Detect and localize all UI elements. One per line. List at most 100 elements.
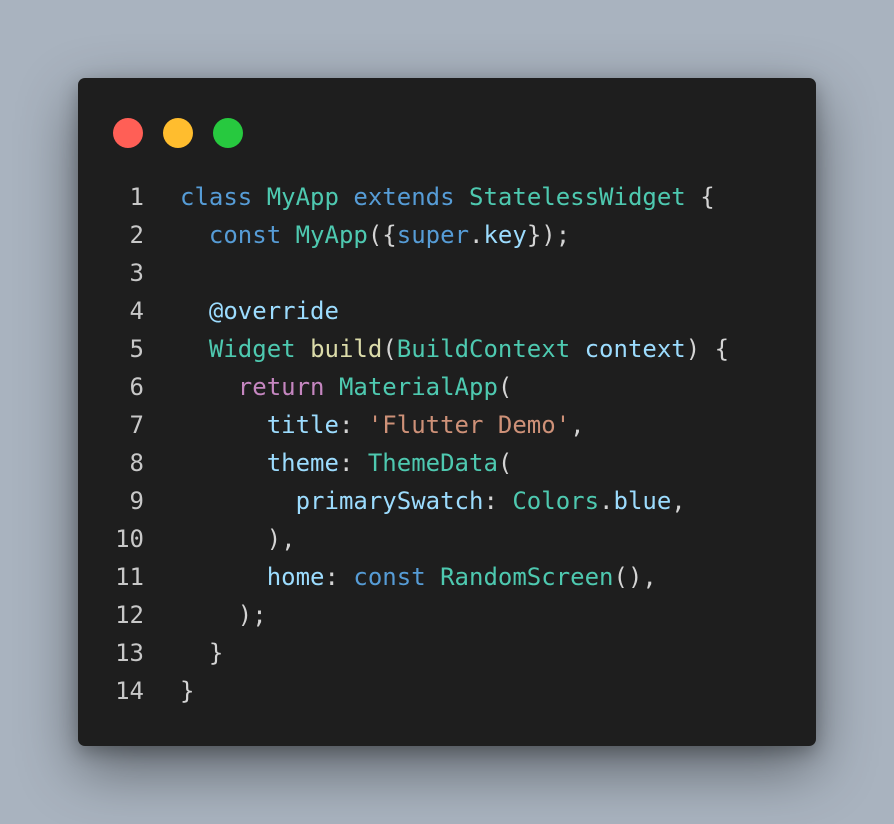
- code-token: ,: [570, 411, 585, 439]
- code-token: key: [483, 221, 527, 249]
- code-text: );: [180, 596, 267, 634]
- code-token: super: [396, 221, 470, 249]
- code-line: 9 primarySwatch: Colors.blue,: [78, 482, 816, 520]
- line-number: 1: [129, 183, 144, 211]
- code-token: (),: [613, 563, 657, 591]
- code-text: Widget build(BuildContext context) {: [180, 330, 729, 368]
- line-number: 10: [115, 525, 144, 553]
- code-token: MyApp: [295, 221, 368, 249]
- code-token: .: [469, 221, 484, 249]
- code-token: build: [310, 335, 383, 363]
- code-line: 12 );: [78, 596, 816, 634]
- code-token: .: [599, 487, 614, 515]
- code-token: primarySwatch: [295, 487, 484, 515]
- code-token: );: [180, 601, 267, 629]
- code-token: });: [526, 221, 571, 249]
- code-text: home: const RandomScreen(),: [180, 558, 657, 596]
- code-token: MyApp: [266, 183, 339, 211]
- code-line: 6 return MaterialApp(: [78, 368, 816, 406]
- code-token: MaterialApp: [338, 373, 498, 401]
- line-number: 11: [115, 563, 144, 591]
- line-number: 8: [129, 449, 144, 477]
- code-token: const: [208, 221, 282, 249]
- code-token: title: [266, 411, 339, 439]
- code-line: 5 Widget build(BuildContext context) {: [78, 330, 816, 368]
- line-number: 4: [129, 297, 144, 325]
- code-token: home: [266, 563, 325, 591]
- code-token: (: [382, 335, 397, 363]
- code-token: extends: [353, 183, 455, 211]
- code-text: title: 'Flutter Demo',: [180, 406, 585, 444]
- line-number: 3: [129, 259, 144, 287]
- code-text: }: [180, 672, 194, 710]
- code-token: StatelessWidget: [469, 183, 686, 211]
- code-window: 1 class MyApp extends StatelessWidget {2 …: [78, 78, 816, 746]
- code-token: (: [497, 373, 513, 401]
- code-text: primarySwatch: Colors.blue,: [180, 482, 686, 520]
- code-token: ({: [367, 221, 397, 249]
- line-number: 14: [115, 677, 144, 705]
- code-line: 7 title: 'Flutter Demo',: [78, 406, 816, 444]
- code-token: BuildContext: [396, 335, 571, 363]
- code-token: :: [338, 449, 368, 477]
- line-number: 9: [129, 487, 144, 515]
- code-token: }: [180, 677, 195, 705]
- code-line: 14}: [78, 672, 816, 710]
- code-text: const MyApp({super.key});: [180, 216, 570, 254]
- code-token: return: [237, 373, 325, 401]
- code-line: 4 @override: [78, 292, 816, 330]
- code-text: theme: ThemeData(: [180, 444, 513, 482]
- minimize-button[interactable]: [163, 118, 193, 148]
- code-token: ,: [671, 487, 686, 515]
- line-number: 12: [115, 601, 144, 629]
- code-token: }: [180, 639, 224, 667]
- code-text: class MyApp extends StatelessWidget {: [180, 178, 715, 216]
- code-token: ThemeData: [367, 449, 498, 477]
- code-token: blue: [613, 487, 672, 515]
- code-line: 10 ),: [78, 520, 816, 558]
- code-line: 3: [78, 254, 816, 292]
- code-token: ) {: [685, 335, 730, 363]
- code-token: :: [483, 487, 513, 515]
- code-line: 1 class MyApp extends StatelessWidget {: [78, 178, 816, 216]
- code-line: 11 home: const RandomScreen(),: [78, 558, 816, 596]
- window-controls: [113, 118, 243, 148]
- code-token: context: [584, 335, 686, 363]
- code-token: :: [338, 411, 368, 439]
- code-text: @override: [180, 292, 339, 330]
- code-token: class: [180, 183, 253, 211]
- code-token: 'Flutter Demo': [367, 411, 571, 439]
- code-token: {: [685, 183, 715, 211]
- code-token: theme: [266, 449, 339, 477]
- maximize-button[interactable]: [213, 118, 243, 148]
- line-number: 5: [129, 335, 144, 363]
- code-token: @override: [208, 297, 339, 325]
- line-number: 13: [115, 639, 144, 667]
- code-token: ),: [180, 525, 296, 553]
- code-text: ),: [180, 520, 296, 558]
- code-text: return MaterialApp(: [180, 368, 513, 406]
- code-line: 8 theme: ThemeData(: [78, 444, 816, 482]
- code-token: const: [353, 563, 426, 591]
- line-number: 6: [129, 373, 144, 401]
- code-line: 2 const MyApp({super.key});: [78, 216, 816, 254]
- line-number: 7: [129, 411, 144, 439]
- code-token: RandomScreen: [440, 563, 614, 591]
- close-button[interactable]: [113, 118, 143, 148]
- code-token: Widget: [208, 335, 296, 363]
